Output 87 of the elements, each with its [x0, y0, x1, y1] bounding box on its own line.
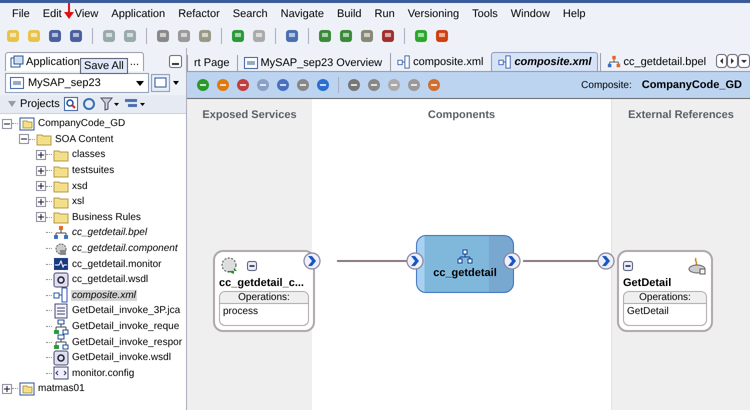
tree-item[interactable]: classes — [71, 149, 106, 160]
tree-item[interactable]: cc_getdetail.component — [71, 243, 179, 254]
service-node[interactable]: cc_getdetail_c... Operations: process — [213, 250, 315, 332]
composite-icon — [397, 55, 412, 69]
menu-item[interactable]: File — [12, 8, 30, 20]
tree-item[interactable]: xsl — [71, 196, 86, 208]
port-icon[interactable] — [597, 252, 615, 270]
port-icon[interactable] — [303, 252, 321, 270]
tree-item[interactable]: GetDetail_invoke.wsdl — [71, 352, 172, 364]
tooltip: Save All — [80, 58, 128, 74]
process-icon — [607, 55, 622, 69]
menu-item[interactable]: Edit — [42, 8, 62, 20]
menu-item[interactable]: Navigate — [280, 8, 324, 20]
expander-icon[interactable] — [36, 181, 46, 192]
monitor-icon — [53, 256, 69, 272]
application-icon — [10, 77, 24, 89]
search-icon[interactable] — [64, 97, 78, 111]
tree-item[interactable]: SOA Content — [54, 134, 114, 145]
application-dropdown[interactable]: MySAP_sep23 — [5, 73, 149, 93]
tree-item[interactable]: xsd — [71, 180, 89, 192]
expander-icon[interactable] — [2, 384, 12, 394]
hierarchy-icon — [53, 318, 69, 335]
tree-item[interactable]: matmas01 — [37, 383, 86, 394]
menu-item[interactable]: Tools — [472, 8, 498, 20]
menu-item[interactable]: Help — [562, 8, 586, 20]
composite-icon — [53, 287, 69, 304]
lane-header: Exposed Services — [202, 109, 297, 123]
tree-item[interactable]: testsuites — [71, 165, 116, 176]
application-icon — [10, 54, 24, 68]
menu-item[interactable]: Versioning — [408, 8, 460, 20]
operations-header: Operations: — [624, 292, 706, 304]
tree-item[interactable]: GetDetail_invoke_respor — [71, 336, 184, 348]
service-name: cc_getdetail_c... — [219, 277, 305, 289]
expander-icon[interactable] — [19, 134, 29, 144]
component-node[interactable]: cc_getdetail — [416, 235, 514, 293]
tree-item[interactable]: GetDetail_invoke_reque — [71, 321, 180, 332]
arrow-icon — [64, 3, 74, 19]
tab-scroll-icon[interactable] — [716, 54, 750, 68]
operation-item[interactable]: process — [220, 304, 308, 325]
hierarchy-icon — [457, 249, 473, 265]
menu-item[interactable]: Window — [510, 8, 550, 20]
minimize-icon[interactable] — [169, 54, 182, 68]
projects-label: Projects — [20, 98, 60, 110]
hierarchy-icon — [53, 334, 69, 350]
expander-icon[interactable] — [2, 118, 12, 129]
operation-item[interactable]: GetDetail — [624, 304, 706, 325]
tree-item[interactable]: cc_getdetail.wsdl — [71, 274, 150, 286]
document-icon — [53, 302, 69, 319]
tree-item[interactable]: GetDetail_invoke_3P.jca — [71, 305, 182, 316]
composite-name: CompanyCode_GD — [642, 79, 742, 91]
composite-label: Composite: — [581, 80, 632, 90]
expander-icon[interactable] — [36, 196, 46, 207]
composite-icon — [498, 55, 512, 69]
tree-item[interactable]: Business Rules — [71, 212, 142, 223]
tree-item[interactable]: cc_getdetail.bpel — [71, 227, 148, 238]
filter-icon[interactable] — [100, 97, 120, 111]
overview-icon — [244, 57, 258, 69]
dropdown-arrow-icon — [136, 80, 144, 86]
tree-item[interactable]: monitor.config — [71, 368, 136, 379]
port-icon[interactable] — [503, 252, 521, 270]
collapse-icon[interactable] — [247, 261, 257, 271]
adapter-icon — [687, 257, 707, 275]
collapse-icon[interactable] — [623, 261, 633, 271]
application-menu-icon[interactable] — [151, 74, 181, 92]
expander-icon[interactable] — [36, 212, 46, 222]
reference-name: GetDetail — [623, 277, 672, 289]
lane-header: External References — [628, 109, 734, 123]
expander-icon[interactable] — [36, 150, 46, 160]
menu-item[interactable]: Run — [374, 8, 395, 20]
connector-line — [337, 260, 409, 262]
lane-header: Components — [428, 109, 496, 123]
menu-item[interactable]: Refactor — [178, 8, 220, 20]
tree-item[interactable]: CompanyCode_GD — [37, 118, 126, 130]
tree-item[interactable]: composite.xml — [71, 290, 137, 301]
config-icon — [53, 365, 69, 382]
tree-item[interactable]: cc_getdetail.monitor — [71, 258, 162, 270]
menu-item[interactable]: Application — [111, 8, 166, 20]
operations-header: Operations: — [220, 292, 308, 304]
menu-item[interactable]: View — [74, 8, 98, 20]
reference-node[interactable]: GetDetail Operations: GetDetail — [617, 250, 713, 332]
menu-item[interactable]: Build — [337, 8, 362, 20]
menu-item[interactable]: Search — [232, 8, 268, 20]
editor-tab[interactable]: composite.xml — [491, 52, 598, 71]
project-icon — [19, 380, 35, 397]
expander-icon[interactable] — [36, 166, 46, 176]
process-icon — [53, 224, 69, 241]
port-icon[interactable] — [406, 252, 424, 270]
